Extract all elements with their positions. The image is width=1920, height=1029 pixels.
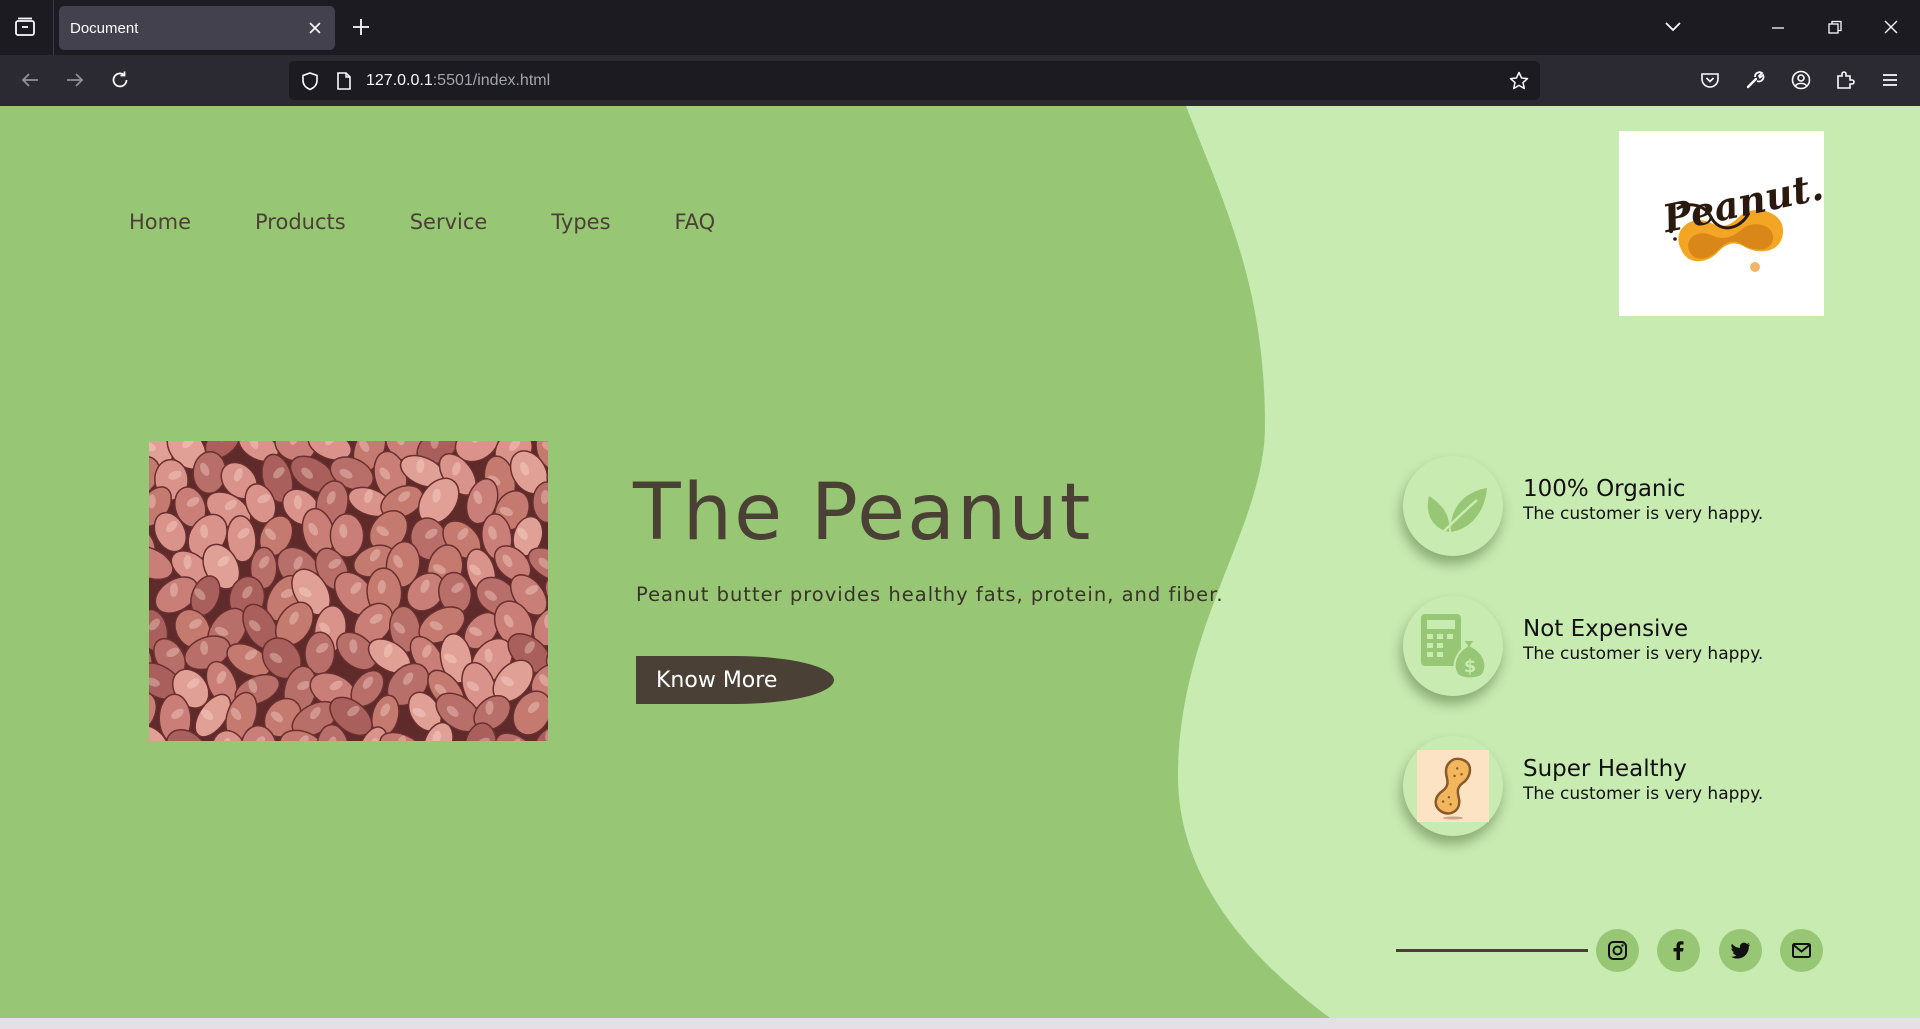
feature-title: 100% Organic bbox=[1523, 476, 1686, 502]
feature-super-healthy: Super Healthy The customer is very happy… bbox=[1403, 736, 1803, 838]
page-bottom-strip bbox=[0, 1018, 1920, 1029]
menu-faq[interactable]: FAQ bbox=[675, 210, 716, 234]
url-host: 127.0.0.1 bbox=[366, 72, 433, 89]
new-tab-icon[interactable] bbox=[351, 17, 371, 37]
peanut-logo: Peanut. bbox=[1619, 131, 1827, 316]
restore-icon[interactable] bbox=[1825, 18, 1845, 38]
feature-desc: The customer is very happy. bbox=[1523, 644, 1764, 664]
menu-products[interactable]: Products bbox=[255, 210, 346, 234]
menu-service[interactable]: Service bbox=[410, 210, 488, 234]
facebook-button[interactable] bbox=[1657, 929, 1700, 972]
feature-desc: The customer is very happy. bbox=[1523, 784, 1764, 804]
twitter-button[interactable] bbox=[1719, 929, 1762, 972]
instagram-icon bbox=[1608, 941, 1627, 960]
browser-tab-bar: Document bbox=[0, 0, 1920, 55]
feature-title: Not Expensive bbox=[1523, 616, 1689, 642]
feature-icon-circle: $ bbox=[1403, 596, 1503, 696]
peanuts-photo-image bbox=[149, 441, 548, 741]
url-text[interactable]: 127.0.0.1:5501/index.html bbox=[366, 72, 550, 90]
twitter-icon bbox=[1731, 942, 1750, 959]
shield-icon[interactable] bbox=[300, 71, 320, 91]
know-more-button[interactable]: Know More bbox=[636, 656, 834, 704]
back-arrow-icon[interactable] bbox=[19, 69, 41, 91]
wrench-icon[interactable] bbox=[1744, 69, 1766, 91]
pocket-icon[interactable] bbox=[1699, 69, 1721, 91]
close-tab-icon[interactable] bbox=[307, 20, 323, 36]
main-menu: Home Products Service Types FAQ bbox=[129, 210, 715, 234]
web-page: Home Products Service Types FAQ Peanut. … bbox=[0, 106, 1920, 1018]
feature-not-expensive: $ Not Expensive The customer is very hap… bbox=[1403, 596, 1803, 698]
minimize-icon[interactable] bbox=[1768, 18, 1788, 38]
hero-title: The Peanut bbox=[633, 468, 1093, 558]
list-all-tabs-icon[interactable] bbox=[1663, 18, 1683, 36]
browser-tab[interactable]: Document bbox=[59, 6, 335, 50]
extensions-icon[interactable] bbox=[1834, 69, 1856, 91]
social-divider bbox=[1396, 949, 1588, 952]
forward-arrow-icon[interactable] bbox=[64, 69, 86, 91]
url-bar[interactable]: 127.0.0.1:5501/index.html bbox=[289, 61, 1540, 100]
feature-icon-circle bbox=[1403, 736, 1503, 836]
menu-home[interactable]: Home bbox=[129, 210, 191, 234]
leaf-icon bbox=[1427, 488, 1487, 537]
svg-text:$: $ bbox=[1464, 656, 1477, 677]
menu-types[interactable]: Types bbox=[551, 210, 610, 234]
peanut-icon bbox=[1417, 750, 1489, 822]
tab-separator bbox=[53, 0, 54, 55]
hero-subtitle: Peanut butter provides healthy fats, pro… bbox=[636, 583, 1224, 606]
reload-icon[interactable] bbox=[109, 69, 131, 91]
feature-organic: 100% Organic The customer is very happy. bbox=[1403, 456, 1803, 558]
facebook-icon bbox=[1673, 941, 1684, 960]
peanuts-photo bbox=[149, 441, 548, 741]
bookmark-star-icon[interactable] bbox=[1508, 70, 1530, 92]
window-close-icon[interactable] bbox=[1881, 17, 1901, 37]
feature-icon-circle bbox=[1403, 456, 1503, 556]
feature-title: Super Healthy bbox=[1523, 756, 1687, 782]
instagram-button[interactable] bbox=[1596, 929, 1639, 972]
mail-icon bbox=[1792, 943, 1811, 958]
account-icon[interactable] bbox=[1790, 69, 1812, 91]
hamburger-menu-icon[interactable] bbox=[1879, 69, 1901, 91]
feature-desc: The customer is very happy. bbox=[1523, 504, 1764, 524]
page-icon[interactable] bbox=[335, 71, 353, 91]
tab-title: Document bbox=[70, 20, 139, 37]
money-bag-icon: $ bbox=[1421, 614, 1487, 680]
tab-overview-icon[interactable] bbox=[14, 16, 36, 38]
mail-button[interactable] bbox=[1780, 929, 1823, 972]
url-path: :5501/index.html bbox=[432, 72, 551, 89]
browser-nav-bar: 127.0.0.1:5501/index.html bbox=[0, 55, 1920, 106]
peanut-logo-image: Peanut. bbox=[1658, 163, 1827, 272]
